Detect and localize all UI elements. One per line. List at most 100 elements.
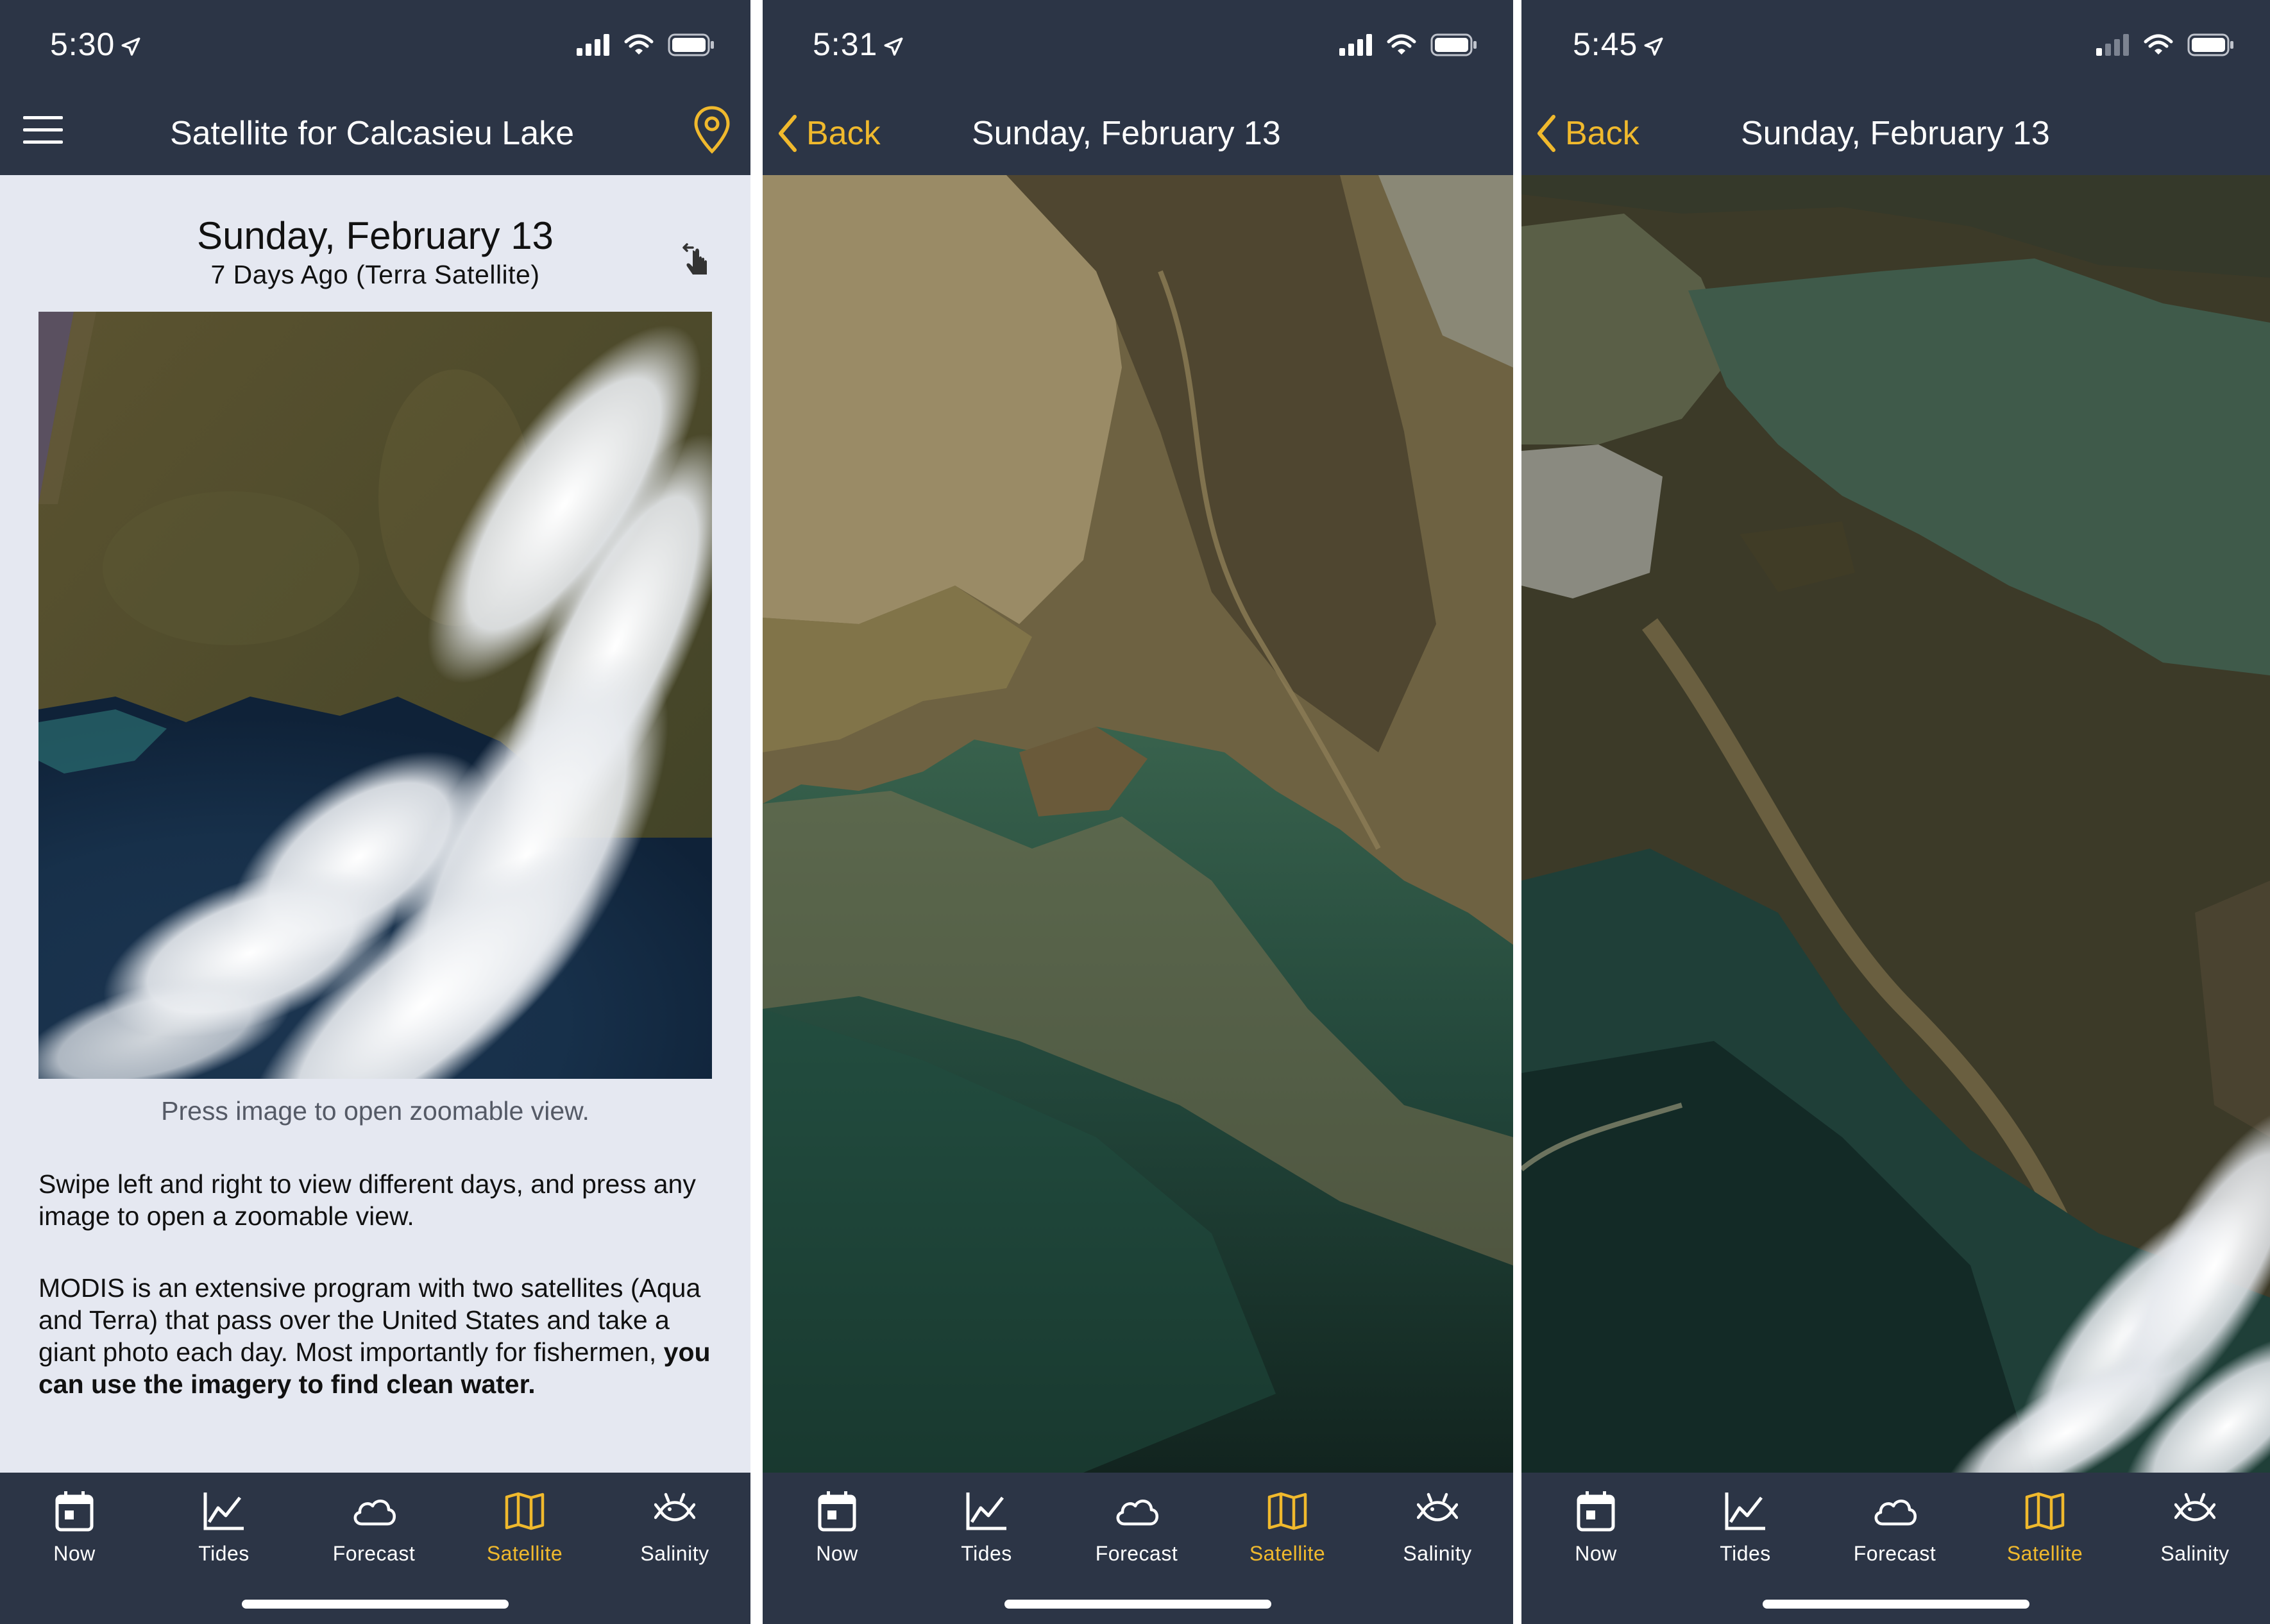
nav-bar: Satellite for Calcasieu Lake [0, 96, 750, 175]
tab-salinity[interactable]: Salinity [604, 1485, 745, 1566]
tab-salinity[interactable]: Salinity [2124, 1485, 2266, 1566]
page-title: Satellite for Calcasieu Lake [169, 115, 575, 152]
tab-now[interactable]: Now [4, 1485, 145, 1566]
tab-bar: Now Tides Forecast Satellite Salinity [763, 1473, 1513, 1624]
tab-forecast[interactable]: Forecast [1824, 1485, 1965, 1566]
chart-line-icon [1725, 1493, 1765, 1530]
battery-icon [2187, 33, 2233, 56]
page-title: Sunday, February 13 [972, 115, 1281, 152]
wifi-icon [624, 34, 654, 55]
tab-label: Salinity [2160, 1542, 2230, 1565]
zoomable-satellite-image[interactable] [763, 175, 1513, 1473]
satellite-content: Sunday, February 13 7 Days Ago (Terra Sa… [0, 175, 750, 1473]
tab-label: Tides [961, 1542, 1012, 1565]
tab-label: Salinity [1403, 1542, 1472, 1565]
tab-label: Satellite [486, 1542, 563, 1565]
tab-label: Now [53, 1542, 96, 1565]
map-icon [505, 1492, 545, 1530]
chart-line-icon [966, 1493, 1006, 1530]
map-icon [1267, 1492, 1307, 1530]
chevron-left-icon [1537, 115, 1555, 152]
battery-icon [1430, 33, 1477, 56]
cloud-icon [1116, 1500, 1158, 1526]
tab-label: Satellite [2006, 1542, 2083, 1565]
fish-icon [1417, 1493, 1458, 1521]
status-time: 5:30 [50, 26, 142, 63]
tab-label: Forecast [332, 1542, 416, 1565]
tab-label: Satellite [1249, 1542, 1326, 1565]
tab-label: Salinity [640, 1542, 709, 1565]
tab-salinity[interactable]: Salinity [1367, 1485, 1508, 1566]
tab-label: Tides [1720, 1542, 1771, 1565]
tab-forecast[interactable]: Forecast [1066, 1485, 1207, 1566]
tab-label: Forecast [1853, 1542, 1936, 1565]
system-icons [2096, 33, 2235, 56]
satellite-thumbnail[interactable] [38, 312, 712, 1079]
page-title: Sunday, February 13 [1741, 115, 2050, 152]
tab-label: Now [816, 1542, 858, 1565]
map-pin-icon[interactable] [693, 105, 731, 155]
map-icon [2025, 1492, 2065, 1530]
tab-now[interactable]: Now [767, 1485, 908, 1566]
location-arrow-icon [1644, 37, 1663, 56]
system-icons [1339, 33, 1478, 56]
chart-line-icon [203, 1493, 244, 1530]
calendar-icon [1577, 1491, 1615, 1532]
back-label: Back [1565, 115, 1639, 152]
tab-label: Tides [198, 1542, 250, 1565]
status-time: 5:31 [813, 26, 904, 63]
tab-tides[interactable]: Tides [1675, 1485, 1816, 1566]
tab-bar: Now Tides Forecast Satellite Salinity [0, 1473, 750, 1624]
home-indicator [1762, 1600, 2029, 1609]
tab-bar: Now Tides Forecast Satellite Salinity [1521, 1473, 2270, 1624]
back-label: Back [806, 115, 881, 152]
satellite-image-new-orleans [1521, 175, 2270, 1473]
status-time: 5:45 [1573, 26, 1664, 63]
battery-icon [668, 33, 714, 56]
cellular-signal-icon [2096, 34, 2129, 56]
tab-label: Now [1575, 1542, 1617, 1565]
tab-satellite[interactable]: Satellite [454, 1485, 595, 1566]
cloud-icon [353, 1500, 396, 1526]
tab-tides[interactable]: Tides [916, 1485, 1057, 1566]
calendar-icon [818, 1491, 856, 1532]
fish-icon [2174, 1493, 2215, 1521]
modis-description: MODIS is an extensive program with two s… [38, 1272, 712, 1400]
home-indicator [1004, 1600, 1271, 1609]
back-button[interactable]: Back [777, 114, 881, 153]
nav-bar: Back Sunday, February 13 [1521, 96, 2270, 175]
image-subtitle: 7 Days Ago (Terra Satellite) [210, 260, 540, 289]
satellite-image-louisiana-coast [763, 175, 1513, 1473]
tab-now[interactable]: Now [1525, 1485, 1666, 1566]
fish-icon [654, 1493, 695, 1521]
wifi-icon [1387, 34, 1416, 55]
swipe-instructions: Swipe left and right to view different d… [38, 1169, 696, 1231]
status-bar: 5:31 [763, 0, 1513, 96]
system-icons [577, 33, 715, 56]
chevron-left-icon [779, 115, 797, 152]
nav-bar: Back Sunday, February 13 [763, 96, 1513, 175]
cloud-icon [1874, 1500, 1917, 1526]
image-date: Sunday, February 13 [197, 214, 554, 257]
zoomable-satellite-image[interactable] [1521, 175, 2270, 1473]
tab-tides[interactable]: Tides [153, 1485, 294, 1566]
location-arrow-icon [884, 37, 903, 56]
location-arrow-icon [121, 37, 140, 56]
image-caption: Press image to open zoomable view. [161, 1096, 589, 1126]
cellular-signal-icon [577, 34, 609, 56]
screen-zoom-view-2: 5:45 Back Sunday, February 13 Now Tides … [1521, 0, 2270, 1624]
tab-satellite[interactable]: Satellite [1217, 1485, 1358, 1566]
swipe-hand-icon [682, 243, 707, 275]
calendar-icon [55, 1491, 94, 1532]
back-button[interactable]: Back [1536, 114, 1639, 153]
modis-description-text: MODIS is an extensive program with two s… [38, 1273, 701, 1367]
screen-zoom-view-1: 5:31 Back Sunday, February 13 Now Tides … [763, 0, 1513, 1624]
status-bar: 5:30 [0, 0, 750, 96]
tab-forecast[interactable]: Forecast [303, 1485, 445, 1566]
home-indicator [242, 1600, 509, 1609]
satellite-image-southeast-us [38, 312, 712, 1079]
status-bar: 5:45 [1521, 0, 2270, 96]
tab-satellite[interactable]: Satellite [1974, 1485, 2115, 1566]
tab-label: Forecast [1095, 1542, 1178, 1565]
screen-satellite-overview: 5:30 Satellite for Calcasieu Lake Sunday… [0, 0, 750, 1624]
